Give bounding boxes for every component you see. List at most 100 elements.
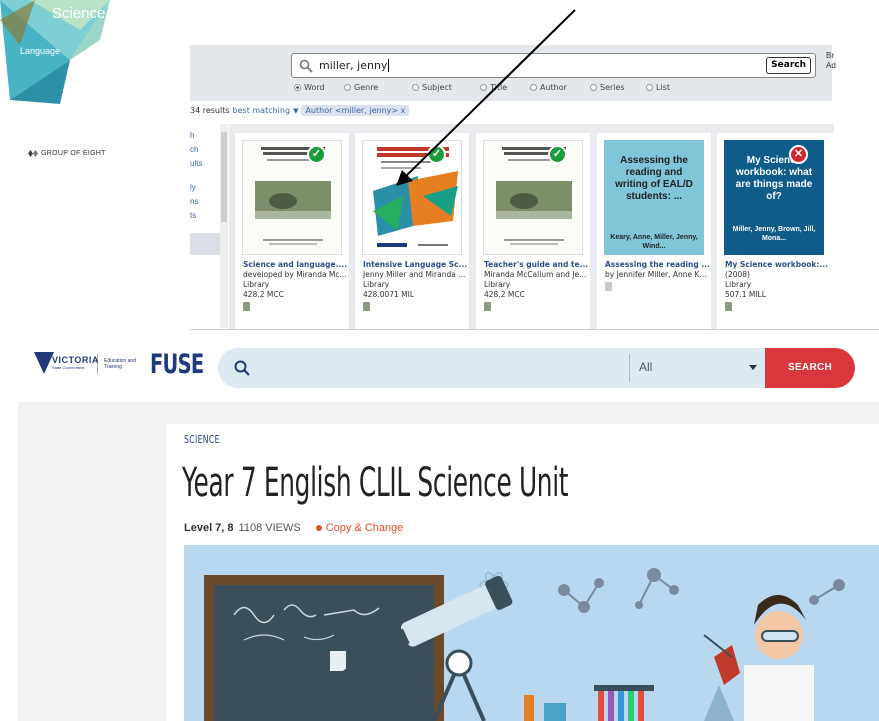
victoria-word: VICTORIA [52, 355, 99, 365]
radio-dot-icon [530, 84, 537, 91]
catalogue-search-input[interactable]: miller, jenny Search [291, 53, 816, 78]
result-card[interactable]: ✓ Science and language.... developed by … [235, 133, 349, 329]
author-filter-chip[interactable]: Author <miller, jenny> x [301, 105, 410, 116]
search-button[interactable]: SEARCH [765, 348, 855, 388]
result-title-link[interactable]: My Science workbook:... [725, 260, 829, 270]
side-clipped-links: Br Ad [826, 51, 836, 71]
radio-series[interactable]: Series [590, 83, 646, 92]
radio-subject[interactable]: Subject [412, 83, 480, 92]
result-author: Jenny Miller and Miranda ... [363, 270, 466, 279]
result-meta: Teacher's guide and te... Miranda McCall… [484, 260, 588, 311]
radio-dot-icon [344, 84, 351, 91]
book-cover[interactable] [242, 140, 342, 255]
logo-science-text: Science [52, 5, 106, 22]
result-meta: Science and language.... developed by Mi… [243, 260, 347, 311]
result-call-number: 428.0071 MIL [363, 290, 415, 299]
result-title-link[interactable]: Assessing the reading ... [605, 260, 709, 270]
category-select[interactable]: All [639, 360, 652, 374]
checkmark-icon: ✓ [307, 145, 326, 164]
result-author: (2008) [725, 270, 750, 279]
facet-link[interactable]: ults [190, 159, 202, 168]
book-icon [725, 302, 732, 311]
result-location: Library [725, 280, 752, 289]
book-icon [243, 302, 250, 311]
result-call-number: 428.2 MCC [243, 290, 284, 299]
facet-link[interactable]: h [190, 131, 194, 140]
book-cover[interactable]: My Science workbook: what are things mad… [724, 140, 824, 255]
document-icon [605, 282, 612, 291]
book-cover[interactable] [483, 140, 583, 255]
science-language-logo: Science Language [0, 0, 110, 105]
result-title-link[interactable]: Intensive Language Sc... [363, 260, 467, 270]
page-title: Year 7 English CLIL Science Unit [182, 460, 569, 506]
radio-label: List [656, 83, 670, 92]
result-title-link[interactable]: Science and language.... [243, 260, 347, 270]
result-card[interactable]: My Science workbook: what are things mad… [717, 133, 834, 329]
radio-title[interactable]: Title [480, 83, 530, 92]
book-cover[interactable]: Assessing the reading and writing of EAL… [604, 140, 704, 255]
search-icon[interactable] [234, 360, 250, 376]
close-icon[interactable]: x [401, 106, 406, 115]
cross-icon: ✕ [789, 145, 808, 164]
side-link-1[interactable]: Br [826, 51, 836, 61]
radio-dot-icon [412, 84, 419, 91]
result-meta: Intensive Language Sc... Jenny Miller an… [363, 260, 467, 311]
radio-dot-icon [480, 84, 487, 91]
fuse-brand[interactable]: FUSE [150, 349, 204, 380]
facet-link[interactable]: ns [190, 197, 198, 206]
catalogue-search-button[interactable]: Search [766, 57, 811, 74]
go8-diamond-icon [28, 150, 38, 157]
victoria-government-logo[interactable]: VICTORIA State Government Education and … [34, 350, 138, 378]
fuse-search-bar[interactable]: All SEARCH [218, 348, 855, 388]
victoria-triangle-icon [34, 352, 54, 374]
book-icon [484, 302, 491, 311]
radio-author[interactable]: Author [530, 83, 590, 92]
radio-dot-icon [294, 84, 301, 91]
go8-text: GROUP OF EIGHT [41, 150, 106, 157]
facet-highlight [190, 233, 220, 255]
book-cover[interactable] [362, 140, 462, 255]
screenshot-collage: Science Language GROUP OF EIGHT miller, … [0, 0, 879, 721]
cover-title: My Science workbook: what are things mad… [735, 155, 813, 202]
result-location: Library [363, 280, 390, 289]
chevron-down-icon[interactable] [749, 365, 757, 370]
result-card[interactable]: ✓ Intensive Language Sc... Jenny Miller … [355, 133, 469, 329]
radio-genre[interactable]: Genre [344, 83, 412, 92]
text-caret [388, 59, 390, 72]
scrollbar-thumb[interactable] [221, 132, 227, 222]
radio-label: Subject [422, 83, 452, 92]
scrollbar[interactable] [220, 124, 228, 328]
radio-label: Author [540, 83, 567, 92]
copy-change-link[interactable]: Copy & Change [315, 522, 403, 534]
radio-label: Title [490, 83, 508, 92]
catalogue-search-panel: miller, jenny Search Br Ad Word Genre Su… [190, 45, 836, 101]
facet-link[interactable]: ly [190, 183, 196, 192]
radio-label: Word [304, 83, 325, 92]
category-kicker[interactable]: SCIENCE [184, 433, 220, 446]
chevron-down-icon[interactable]: ▼ [293, 107, 298, 115]
filter-chip-label: Author <miller, jenny> [305, 106, 399, 115]
result-card[interactable]: Assessing the reading and writing of EAL… [597, 133, 711, 329]
result-title-link[interactable]: Teacher's guide and te... [484, 260, 588, 270]
result-meta: Assessing the reading ... by Jennifer Mi… [605, 260, 709, 291]
facet-link[interactable]: ch [190, 145, 198, 154]
facet-link[interactable]: ts [190, 211, 196, 220]
radio-label: Series [600, 83, 625, 92]
result-meta: My Science workbook:... (2008) Library 5… [725, 260, 829, 311]
search-icon [299, 59, 313, 73]
result-card[interactable]: ✓ Teacher's guide and te... Miranda McCa… [476, 133, 590, 329]
victoria-mark: VICTORIA State Government [34, 350, 98, 378]
cover-title: Assessing the reading and writing of EAL… [615, 155, 693, 202]
radio-word[interactable]: Word [294, 83, 344, 92]
checkmark-icon: ✓ [548, 145, 567, 164]
catalogue-screenshot: Science Language GROUP OF EIGHT miller, … [0, 0, 879, 330]
sort-dropdown[interactable]: best matching [233, 106, 291, 115]
results-count: 34 results [190, 106, 230, 115]
dot-icon [315, 525, 322, 531]
search-type-radios: Word Genre Subject Title Author Series L… [294, 83, 670, 92]
logo-language-text: Language [20, 46, 61, 56]
side-link-2[interactable]: Ad [826, 61, 836, 71]
result-author: developed by Miranda Mc... [243, 270, 347, 279]
radio-list[interactable]: List [646, 83, 670, 92]
fuse-screenshot: VICTORIA State Government Education and … [18, 330, 879, 721]
